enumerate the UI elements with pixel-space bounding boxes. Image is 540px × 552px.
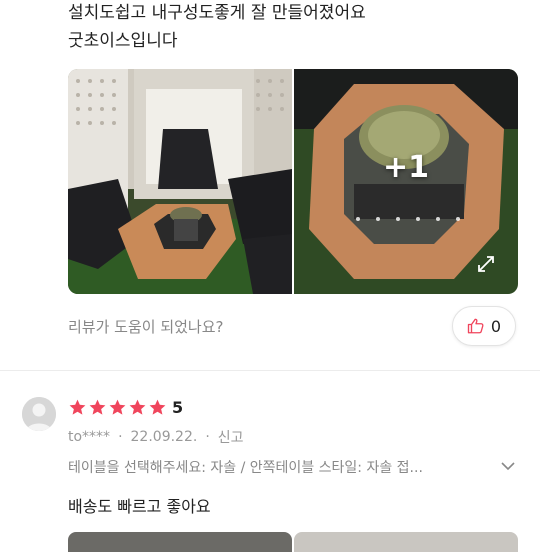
review-text-line-1: 설치도쉽고 내구성도좋게 잘 만들어졌어요 — [68, 3, 366, 23]
review-divider — [0, 370, 540, 371]
star-icon — [69, 399, 86, 415]
meta-separator: · — [205, 429, 210, 445]
avatar — [22, 397, 56, 431]
helpful-count: 0 — [490, 316, 502, 336]
star-icon — [149, 399, 166, 415]
review-date: 22.09.22. — [130, 429, 198, 445]
star-icon — [109, 399, 126, 415]
report-link[interactable]: 신고 — [218, 427, 244, 447]
meta-separator: · — [118, 429, 123, 445]
review-author: to**** — [68, 429, 111, 445]
review-photos: +1 — [68, 69, 518, 294]
helpful-button[interactable]: 0 — [452, 306, 516, 346]
helpful-question: 리뷰가 도움이 되었나요? — [68, 318, 224, 336]
review-photo-next-1[interactable] — [68, 532, 292, 552]
thumb-up-icon — [467, 318, 484, 334]
review-options: 테이블을 선택해주세요: 자솔 / 안쪽테이블 스타일: 자솔 접... — [68, 460, 423, 476]
review-photo-2[interactable]: +1 — [294, 69, 518, 294]
star-icon — [89, 399, 106, 415]
review-meta: to**** · 22.09.22. · 신고 — [68, 427, 244, 447]
review-photos-next — [68, 532, 518, 552]
review-photo-next-2[interactable] — [294, 532, 518, 552]
expand-icon[interactable] — [476, 254, 496, 274]
rating-value: 5 — [172, 398, 184, 417]
review-photo-1[interactable] — [68, 69, 292, 294]
avatar-placeholder-icon — [22, 397, 56, 431]
review-comment: 배송도 빠르고 좋아요 — [68, 497, 211, 516]
rating-stars — [68, 398, 167, 417]
review-text-line-2: 굿초이스입니다 — [68, 31, 178, 51]
star-icon — [129, 399, 146, 415]
chevron-down-icon[interactable] — [500, 458, 516, 474]
